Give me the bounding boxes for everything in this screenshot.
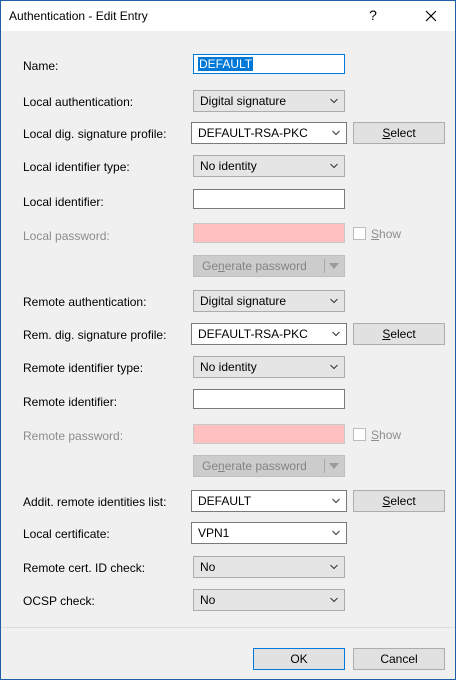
local-identifier-input[interactable] <box>193 189 345 209</box>
ok-button[interactable]: OK <box>253 648 345 670</box>
addit-remote-identities-select-button[interactable]: Select <box>353 490 445 512</box>
local-certificate-combo[interactable]: VPN1 <box>191 522 347 544</box>
ocsp-check-label: OCSP check: <box>23 594 95 608</box>
select-button-text: elect <box>390 126 416 140</box>
chevron-down-icon <box>332 331 340 337</box>
name-label: Name: <box>23 59 59 73</box>
chevron-down-icon <box>330 597 338 603</box>
remote-authentication-select[interactable]: Digital signature <box>193 290 345 312</box>
remote-identifier-input[interactable] <box>193 389 345 409</box>
remote-authentication-label: Remote authentication: <box>23 295 147 309</box>
local-certificate-label: Local certificate: <box>23 527 110 541</box>
remote-password-input[interactable] <box>193 424 345 444</box>
local-authentication-label: Local authentication: <box>23 95 134 109</box>
remote-cert-id-check-value: No <box>200 560 216 574</box>
edit-entry-dialog: Authentication - Edit Entry ? Name: DEFA… <box>0 0 456 680</box>
addit-remote-identities-label: Addit. remote identities list: <box>23 495 167 509</box>
local-password-input[interactable] <box>193 223 345 243</box>
remote-password-label: Remote password: <box>23 429 124 443</box>
chevron-down-icon <box>330 98 338 104</box>
local-authentication-value: Digital signature <box>200 94 287 108</box>
local-password-label: Local password: <box>23 229 110 243</box>
chevron-down-icon <box>332 530 340 536</box>
remote-password-show-label: Show <box>371 428 402 442</box>
remote-sig-profile-select-button[interactable]: Select <box>353 323 445 345</box>
local-identifier-type-label: Local identifier type: <box>23 160 130 174</box>
generate-password-label: Generate password <box>202 259 307 273</box>
remote-identifier-type-value: No identity <box>200 360 257 374</box>
dialog-title: Authentication - Edit Entry <box>9 9 148 23</box>
chevron-down-icon <box>330 564 338 570</box>
local-password-show-label: Show <box>371 227 402 241</box>
chevron-down-icon <box>332 498 340 504</box>
chevron-down-icon <box>330 364 338 370</box>
local-generate-password-button[interactable]: Generate password <box>193 255 345 277</box>
remote-cert-id-check-select[interactable]: No <box>193 556 345 578</box>
close-icon <box>425 10 437 22</box>
generate-password-label: Generate password <box>202 459 307 473</box>
local-sig-profile-select-button[interactable]: Select <box>353 122 445 144</box>
help-button[interactable]: ? <box>363 7 383 27</box>
remote-generate-password-button[interactable]: Generate password <box>193 455 345 477</box>
local-sig-profile-label: Local dig. signature profile: <box>23 127 167 141</box>
select-button-text: elect <box>390 327 416 341</box>
remote-sig-profile-value: DEFAULT-RSA-PKC <box>198 327 308 341</box>
dropdown-arrow-icon[interactable] <box>329 263 339 269</box>
remote-sig-profile-label: Rem. dig. signature profile: <box>23 328 167 342</box>
remote-identifier-type-label: Remote identifier type: <box>23 361 144 375</box>
remote-cert-id-check-label: Remote cert. ID check: <box>23 561 146 575</box>
local-identifier-type-value: No identity <box>200 159 257 173</box>
close-button[interactable] <box>419 5 443 27</box>
remote-sig-profile-combo[interactable]: DEFAULT-RSA-PKC <box>191 323 347 345</box>
local-password-show-checkbox[interactable] <box>353 227 366 240</box>
remote-identifier-label: Remote identifier: <box>23 395 118 409</box>
remote-identifier-type-select[interactable]: No identity <box>193 356 345 378</box>
local-certificate-value: VPN1 <box>198 526 230 540</box>
split-separator <box>324 459 325 473</box>
cancel-button[interactable]: Cancel <box>353 648 445 670</box>
local-sig-profile-value: DEFAULT-RSA-PKC <box>198 126 308 140</box>
remote-authentication-value: Digital signature <box>200 294 287 308</box>
name-input[interactable]: DEFAULT <box>193 54 345 74</box>
chevron-down-icon <box>330 298 338 304</box>
local-identifier-label: Local identifier: <box>23 195 104 209</box>
ocsp-check-value: No <box>200 593 216 607</box>
name-value: DEFAULT <box>198 57 254 71</box>
addit-remote-identities-combo[interactable]: DEFAULT <box>191 490 347 512</box>
ocsp-check-select[interactable]: No <box>193 589 345 611</box>
addit-remote-identities-value: DEFAULT <box>198 494 252 508</box>
select-button-text: elect <box>390 494 416 508</box>
title-bar[interactable]: Authentication - Edit Entry ? <box>1 1 455 31</box>
dropdown-arrow-icon[interactable] <box>329 463 339 469</box>
chevron-down-icon <box>330 163 338 169</box>
local-sig-profile-combo[interactable]: DEFAULT-RSA-PKC <box>191 122 347 144</box>
local-authentication-select[interactable]: Digital signature <box>193 90 345 112</box>
local-identifier-type-select[interactable]: No identity <box>193 155 345 177</box>
remote-password-show-checkbox[interactable] <box>353 428 366 441</box>
chevron-down-icon <box>332 130 340 136</box>
split-separator <box>324 259 325 273</box>
dialog-footer: OK Cancel <box>1 628 455 679</box>
